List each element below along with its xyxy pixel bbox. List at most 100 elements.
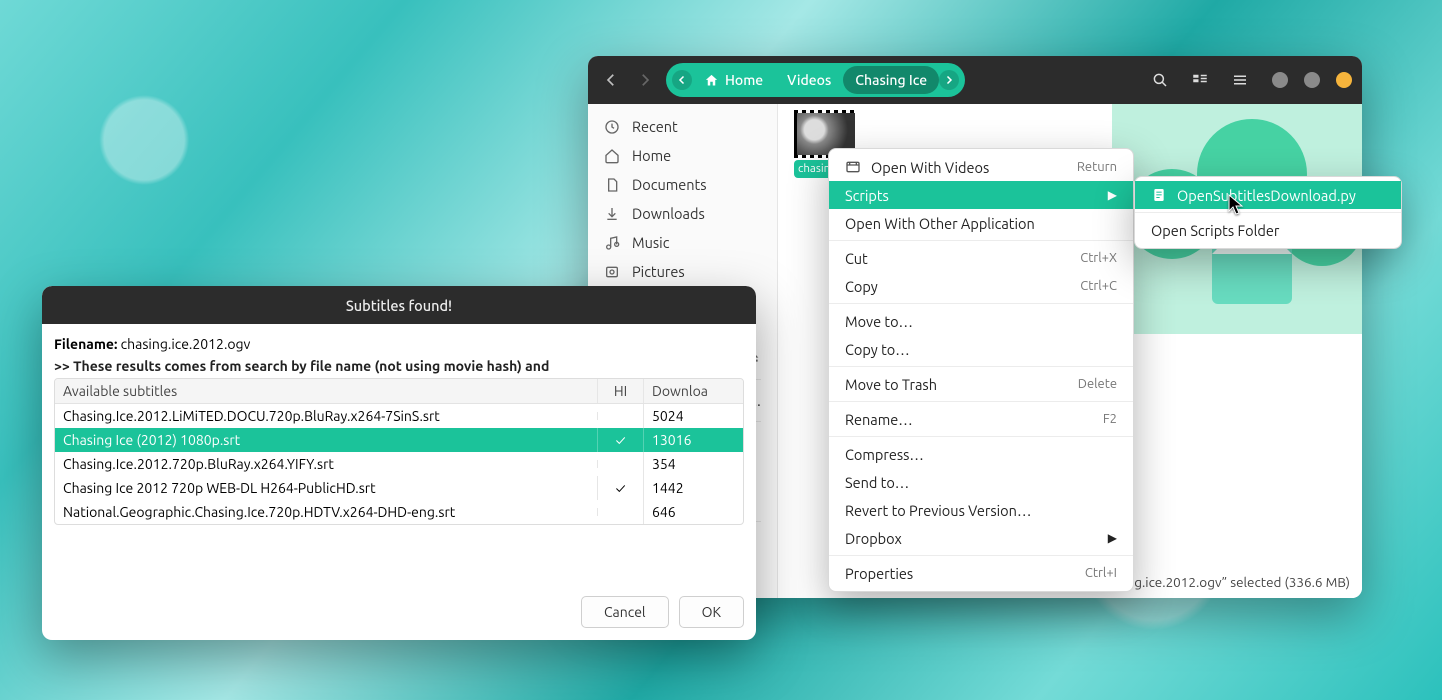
dialog-title: Subtitles found!	[42, 286, 756, 324]
sidebar-item-home[interactable]: Home	[588, 141, 777, 170]
ctx-label: Copy to…	[845, 341, 910, 358]
scripts-submenu: OpenSubtitlesDownload.py Open Scripts Fo…	[1134, 176, 1402, 249]
breadcrumb-videos[interactable]: Videos	[775, 72, 843, 88]
cell-hi: ✓	[597, 476, 643, 500]
nav-forward-button[interactable]	[632, 67, 658, 93]
dialog-footer: Cancel OK	[42, 584, 756, 640]
view-toggle-button[interactable]	[1184, 64, 1216, 96]
window-minimize-button[interactable]	[1272, 72, 1288, 88]
submenu-open-scripts-folder[interactable]: Open Scripts Folder	[1135, 216, 1401, 244]
sidebar-label: Music	[632, 234, 669, 251]
ctx-shortcut: Ctrl+X	[1080, 251, 1117, 265]
context-menu: Open With Videos Return Scripts ▶ Open W…	[828, 148, 1134, 592]
cell-downloads: 13016	[643, 428, 743, 452]
filename-label: Filename:	[54, 336, 117, 352]
ctx-shortcut: Return	[1077, 160, 1117, 174]
ctx-label: Move to Trash	[845, 376, 937, 393]
path-bar: Home Videos Chasing Ice	[666, 63, 965, 97]
filename-line: Filename: chasing.ice.2012.ogv	[54, 336, 744, 352]
ctx-open-with-other[interactable]: Open With Other Application	[829, 209, 1133, 237]
ctx-label: Send to…	[845, 474, 909, 491]
sidebar-item-pictures[interactable]: Pictures	[588, 257, 777, 286]
sidebar-item-downloads[interactable]: Downloads	[588, 199, 777, 228]
submenu-arrow-icon: ▶	[1108, 188, 1117, 202]
breadcrumb-current[interactable]: Chasing Ice	[843, 66, 939, 94]
path-scroll-right-button[interactable]	[939, 70, 959, 90]
subtitles-table: Available subtitles HI Downloa Chasing.I…	[54, 378, 744, 525]
ctx-copy-to[interactable]: Copy to…	[829, 335, 1133, 363]
table-row[interactable]: Chasing Ice 2012 720p WEB-DL H264-Public…	[55, 476, 743, 500]
ok-button[interactable]: OK	[679, 596, 744, 628]
ctx-label: Rename…	[845, 411, 913, 428]
cell-downloads: 5024	[643, 404, 743, 428]
ctx-properties[interactable]: Properties Ctrl+I	[829, 559, 1133, 587]
ctx-rename[interactable]: Rename… F2	[829, 405, 1133, 433]
ctx-label: Revert to Previous Version…	[845, 502, 1031, 519]
cancel-button[interactable]: Cancel	[581, 596, 669, 628]
filename-value: chasing.ice.2012.ogv	[121, 336, 251, 352]
cell-hi	[597, 412, 643, 420]
ctx-separator	[829, 303, 1133, 304]
ctx-move-to[interactable]: Move to…	[829, 307, 1133, 335]
col-downloads-header[interactable]: Downloa	[643, 379, 743, 403]
ctx-shortcut: F2	[1103, 412, 1117, 426]
sidebar-label: Documents	[632, 176, 707, 193]
ctx-label: Properties	[845, 565, 913, 582]
ctx-copy[interactable]: CopyCtrl+C	[829, 272, 1133, 300]
subtitles-dialog: Subtitles found! Filename: chasing.ice.2…	[42, 286, 756, 640]
col-hi-header[interactable]: HI	[597, 379, 643, 403]
ctx-separator	[1135, 212, 1401, 213]
sidebar-item-recent[interactable]: Recent	[588, 112, 777, 141]
mouse-cursor-icon	[1228, 194, 1244, 216]
ctx-separator	[829, 436, 1133, 437]
ctx-separator	[829, 401, 1133, 402]
cell-name: Chasing Ice (2012) 1080p.srt	[55, 428, 597, 452]
ctx-scripts[interactable]: Scripts ▶	[829, 181, 1133, 209]
nav-back-button[interactable]	[598, 67, 624, 93]
path-scroll-left-button[interactable]	[672, 70, 692, 90]
ctx-label: Cut	[845, 250, 868, 267]
cell-name: Chasing Ice 2012 720p WEB-DL H264-Public…	[55, 476, 597, 500]
submenu-label: Open Scripts Folder	[1151, 222, 1279, 239]
table-row[interactable]: Chasing.Ice.2012.720p.BluRay.x264.YIFY.s…	[55, 452, 743, 476]
table-row[interactable]: Chasing.Ice.2012.LiMiTED.DOCU.720p.BluRa…	[55, 404, 743, 428]
ctx-revert[interactable]: Revert to Previous Version…	[829, 496, 1133, 524]
ctx-shortcut: Ctrl+C	[1080, 279, 1117, 293]
ctx-label: Dropbox	[845, 530, 902, 547]
ctx-cut[interactable]: Cut Ctrl+X	[829, 244, 1133, 272]
search-button[interactable]	[1144, 64, 1176, 96]
hamburger-menu-button[interactable]	[1224, 64, 1256, 96]
window-maximize-button[interactable]	[1304, 72, 1320, 88]
search-note: >> These results comes from search by fi…	[54, 358, 744, 374]
ctx-send-to[interactable]: Send to…	[829, 468, 1133, 496]
files-headerbar: Home Videos Chasing Ice	[588, 56, 1362, 104]
sidebar-item-documents[interactable]: Documents	[588, 170, 777, 199]
cell-name: Chasing.Ice.2012.720p.BluRay.x264.YIFY.s…	[55, 452, 597, 476]
ctx-move-to-trash[interactable]: Move to Trash Delete	[829, 370, 1133, 398]
ctx-shortcut: Ctrl+I	[1085, 566, 1117, 580]
cell-downloads: 354	[643, 452, 743, 476]
ctx-label: Open With Videos	[871, 159, 989, 176]
col-name-header[interactable]: Available subtitles	[55, 379, 597, 403]
table-row[interactable]: National.Geographic.Chasing.Ice.720p.HDT…	[55, 500, 743, 524]
cell-hi	[597, 460, 643, 468]
cell-hi: ✓	[597, 428, 643, 452]
ctx-open-with-videos[interactable]: Open With Videos Return	[829, 153, 1133, 181]
cell-downloads: 1442	[643, 476, 743, 500]
submenu-script-item[interactable]: OpenSubtitlesDownload.py	[1135, 181, 1401, 209]
breadcrumb-home[interactable]: Home	[692, 72, 775, 88]
script-file-icon	[1151, 187, 1167, 203]
cell-hi	[597, 508, 643, 516]
ctx-dropbox[interactable]: Dropbox▶	[829, 524, 1133, 552]
window-close-button[interactable]	[1336, 72, 1352, 88]
table-row[interactable]: Chasing Ice (2012) 1080p.srt✓13016	[55, 428, 743, 452]
sidebar-item-music[interactable]: Music	[588, 228, 777, 257]
ctx-compress[interactable]: Compress…	[829, 440, 1133, 468]
ctx-shortcut: Delete	[1078, 377, 1117, 391]
cell-name: Chasing.Ice.2012.LiMiTED.DOCU.720p.BluRa…	[55, 404, 597, 428]
cell-name: National.Geographic.Chasing.Ice.720p.HDT…	[55, 500, 597, 524]
breadcrumb-current-label: Chasing Ice	[855, 72, 927, 88]
sidebar-label: Home	[632, 147, 671, 164]
ctx-separator	[829, 240, 1133, 241]
sidebar-label: Downloads	[632, 205, 705, 222]
